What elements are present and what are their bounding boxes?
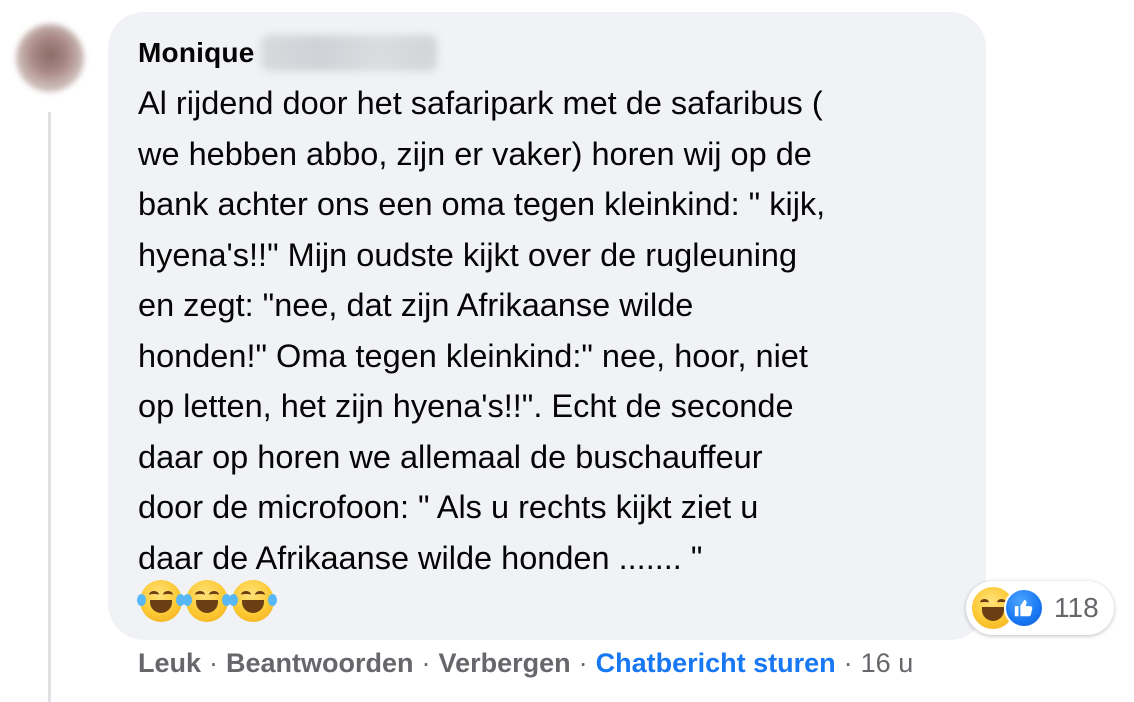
comment-text-line: Al rijdend door het safaripark met de sa… [138,85,823,121]
comment-text: Al rijdend door het safaripark met de sa… [138,78,968,583]
comment-actions: Leuk · Beantwoorden · Verbergen · Chatbe… [138,648,913,679]
avatar[interactable] [16,24,84,92]
tears-of-joy-emoji-icon [229,580,277,622]
like-button[interactable]: Leuk [138,648,201,679]
comment-text-line: en zegt: "nee, dat zijn Afrikaanse wilde [138,287,694,323]
comment-author: Monique [138,33,437,73]
tears-of-joy-emoji-icon [137,580,185,622]
comment-text-line: daar op horen we allemaal de buschauffeu… [138,438,763,475]
comment-text-line: daar de Afrikaanse wilde honden ....... … [138,539,703,576]
reply-button[interactable]: Beantwoorden [226,648,414,679]
comment-text-line: we hebben abbo, zijn er vaker) horen wij… [138,135,812,172]
like-reaction-icon [1004,588,1044,628]
reaction-count: 118 [1054,592,1099,623]
comment-emojis [137,580,277,622]
separator: · [578,648,588,678]
separator: · [843,648,853,678]
author-name[interactable]: Monique [138,37,255,69]
reaction-summary[interactable]: 118 [966,581,1114,635]
timestamp[interactable]: 16 u [861,648,914,679]
tears-of-joy-emoji-icon [183,580,231,622]
author-surname-blurred [260,35,437,71]
comment-text-line: honden!" Oma tegen kleinkind:" nee, hoor… [138,337,808,374]
comment-text-line: hyena's!!" Mijn oudste kijkt over de rug… [138,236,798,273]
send-message-button[interactable]: Chatbericht sturen [596,648,836,679]
comment-text-line: door de microfoon: " Als u rechts kijkt … [138,489,759,525]
separator: · [421,648,431,678]
thread-line [48,112,51,702]
comment-text-line: bank achter ons een oma tegen kleinkind:… [138,186,826,222]
comment-text-line: op letten, het zijn hyena's!!". Echt de … [138,388,794,424]
hide-button[interactable]: Verbergen [439,648,571,679]
separator: · [209,648,219,678]
